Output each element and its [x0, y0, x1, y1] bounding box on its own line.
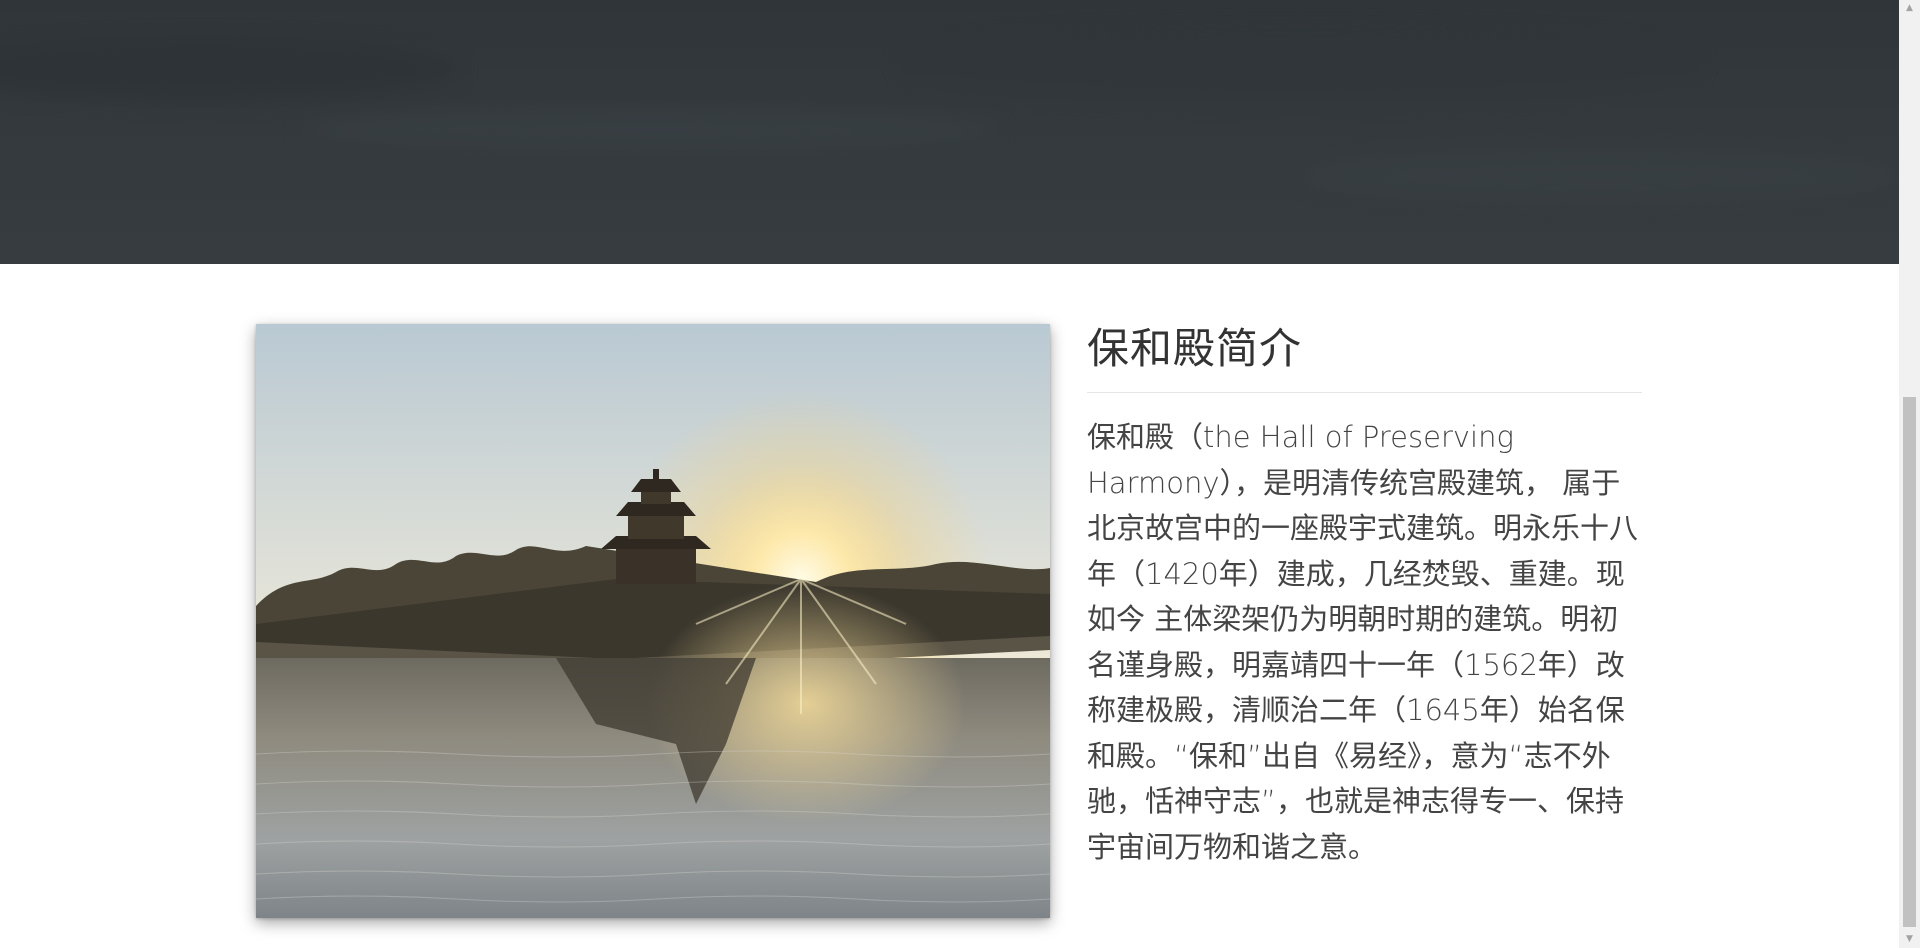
page: 保和殿简介 保和殿（the Hall of Preserving Harmony… — [0, 0, 1920, 948]
title-divider — [1087, 392, 1642, 394]
chevron-down-icon[interactable]: ▼ — [1899, 931, 1920, 948]
chevron-up-icon[interactable]: ▲ — [1899, 0, 1920, 17]
intro-paragraph: 保和殿（the Hall of Preserving Harmony），是明清传… — [1087, 420, 1639, 864]
forbidden-city-corner-tower-photo — [256, 324, 1050, 918]
vertical-scrollbar[interactable]: ▲ ▼ — [1899, 0, 1920, 948]
intro-section: 保和殿简介 保和殿（the Hall of Preserving Harmony… — [0, 264, 1899, 948]
intro-text-block: 保和殿简介 保和殿（the Hall of Preserving Harmony… — [1087, 324, 1642, 870]
hero-banner — [0, 0, 1899, 264]
intro-title: 保和殿简介 — [1087, 324, 1303, 373]
scrollbar-thumb[interactable] — [1903, 397, 1916, 927]
hall-photo — [256, 324, 1050, 918]
